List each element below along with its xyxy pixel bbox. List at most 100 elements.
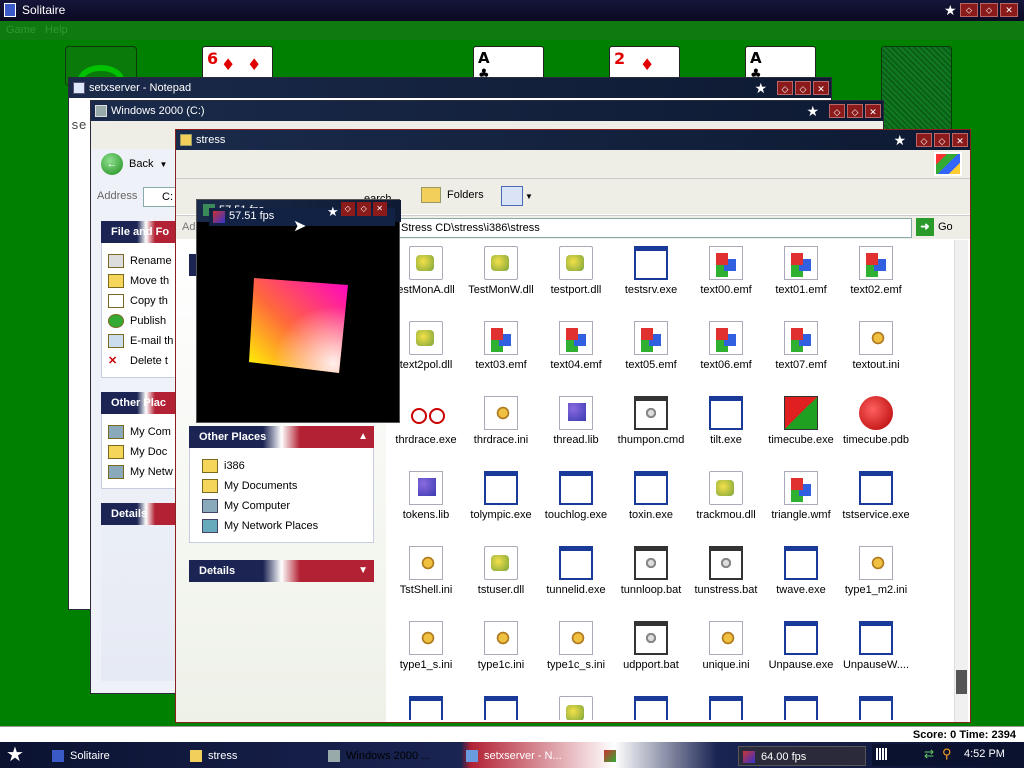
file-item[interactable]: TestMonW.dll — [462, 246, 540, 296]
minimize-button[interactable]: ⬦ — [960, 3, 978, 17]
file-item[interactable] — [687, 696, 765, 720]
file-item[interactable]: unique.ini — [687, 621, 765, 671]
file-item[interactable]: udpport.bat — [612, 621, 690, 671]
file-item[interactable] — [612, 696, 690, 720]
task-fps[interactable]: 64.00 fps — [738, 746, 866, 766]
file-item[interactable]: thread.lib — [537, 396, 615, 446]
file-item[interactable]: trackmou.dll — [687, 471, 765, 521]
file-item[interactable] — [462, 696, 540, 720]
explorer-c-title-bar[interactable]: Windows 2000 (C:) ★ ◇ ◇ ✕ — [91, 101, 883, 121]
close-button[interactable]: ✕ — [952, 133, 968, 147]
folders-button[interactable]: Folders — [421, 187, 484, 203]
file-name: testport.dll — [550, 284, 602, 296]
views-icon[interactable] — [501, 186, 523, 206]
file-item[interactable]: timecube.pdb — [837, 396, 915, 446]
details-header[interactable]: Details ▼ — [189, 560, 374, 582]
file-item[interactable]: textout.ini — [837, 321, 915, 371]
file-item[interactable]: toxin.exe — [612, 471, 690, 521]
task-notepad[interactable]: setxserver - N... — [462, 746, 590, 766]
file-item[interactable]: text02.emf — [837, 246, 915, 296]
file-item[interactable]: tolympic.exe — [462, 471, 540, 521]
notepad-title-bar[interactable]: setxserver - Notepad ★ ◇ ◇ ✕ — [69, 78, 831, 98]
minimize-button[interactable]: ◇ — [916, 133, 932, 147]
file-item[interactable]: UnpauseW.... — [837, 621, 915, 671]
place-my-network[interactable]: My Network Places — [202, 516, 373, 536]
chevron-up-icon[interactable]: ▲ — [358, 426, 368, 448]
file-item[interactable]: text01.emf — [762, 246, 840, 296]
file-item[interactable]: tstuser.dll — [462, 546, 540, 596]
file-item[interactable]: type1c_s.ini — [537, 621, 615, 671]
close-button[interactable]: ✕ — [372, 202, 387, 216]
chevron-down-icon[interactable]: ▼ — [358, 560, 368, 582]
file-item[interactable]: text06.emf — [687, 321, 765, 371]
place-i386[interactable]: i386 — [202, 456, 373, 476]
volume-icon[interactable] — [876, 748, 888, 760]
file-item[interactable]: timecube.exe — [762, 396, 840, 446]
dll-file-icon — [409, 246, 443, 280]
scrollbar-thumb[interactable] — [956, 670, 967, 694]
file-item[interactable]: tilt.exe — [687, 396, 765, 446]
vertical-scrollbar[interactable] — [954, 240, 968, 722]
maximize-button[interactable]: ⬦ — [980, 3, 998, 17]
file-item[interactable]: text07.emf — [762, 321, 840, 371]
file-item[interactable]: text05.emf — [612, 321, 690, 371]
file-item[interactable]: Unpause.exe — [762, 621, 840, 671]
start-star-icon[interactable]: ★ — [6, 744, 24, 766]
place-my-computer[interactable]: My Computer — [202, 496, 373, 516]
minimize-button[interactable]: ◇ — [340, 202, 355, 216]
solitaire-title-bar[interactable]: Solitaire ★ ⬦ ⬦ ✕ — [0, 0, 1024, 21]
notepad-text[interactable]: se — [71, 118, 87, 133]
file-item[interactable]: thrdrace.ini — [462, 396, 540, 446]
other-places-header[interactable]: Other Places ▲ — [189, 426, 374, 448]
file-item[interactable] — [762, 696, 840, 720]
back-button[interactable]: ← Back ▼ — [101, 153, 167, 175]
go-button[interactable]: ➜ Go — [916, 218, 953, 236]
maximize-button[interactable]: ◇ — [356, 202, 371, 216]
file-item[interactable]: type1_m2.ini — [837, 546, 915, 596]
task-solitaire[interactable]: Solitaire — [48, 746, 176, 766]
maximize-button[interactable]: ◇ — [795, 81, 811, 95]
file-item[interactable]: text00.emf — [687, 246, 765, 296]
network-icon[interactable]: ⇄ — [924, 747, 934, 761]
fps-window[interactable]: 57.51 fps 57.51 fps ★ ◇ ◇ ✕ ➤ — [196, 199, 401, 423]
file-item[interactable]: TstShell.ini — [387, 546, 465, 596]
file-item[interactable]: triangle.wmf — [762, 471, 840, 521]
close-button[interactable]: ✕ — [813, 81, 829, 95]
task-windows-2000[interactable]: Windows 2000 ... — [324, 746, 452, 766]
menu-game[interactable]: Game — [6, 24, 36, 36]
file-item[interactable]: twave.exe — [762, 546, 840, 596]
menu-help[interactable]: Help — [45, 24, 68, 36]
place-my-documents[interactable]: My Documents — [202, 476, 373, 496]
clock[interactable]: 4:52 PM — [964, 748, 1005, 760]
file-item[interactable]: text04.emf — [537, 321, 615, 371]
task-stress[interactable]: stress — [186, 746, 314, 766]
file-item[interactable] — [387, 696, 465, 720]
file-item[interactable]: touchlog.exe — [537, 471, 615, 521]
file-item[interactable]: tstservice.exe — [837, 471, 915, 521]
file-item[interactable] — [537, 696, 615, 720]
maximize-button[interactable]: ◇ — [847, 104, 863, 118]
file-item[interactable]: testsrv.exe — [612, 246, 690, 296]
maximize-button[interactable]: ◇ — [934, 133, 950, 147]
address-input[interactable]: Stress CD\stress\i386\stress — [398, 218, 912, 238]
minimize-button[interactable]: ◇ — [829, 104, 845, 118]
delete-x-icon: ✕ — [108, 355, 118, 367]
task-cube-app[interactable] — [600, 746, 728, 766]
file-item[interactable]: testport.dll — [537, 246, 615, 296]
file-item[interactable] — [837, 696, 915, 720]
file-item[interactable]: type1_s.ini — [387, 621, 465, 671]
file-item[interactable]: type1c.ini — [462, 621, 540, 671]
file-item[interactable]: text03.emf — [462, 321, 540, 371]
close-button[interactable]: ✕ — [865, 104, 881, 118]
chevron-down-icon[interactable]: ▼ — [525, 192, 533, 201]
file-item[interactable]: tunnloop.bat — [612, 546, 690, 596]
file-name: udpport.bat — [623, 659, 679, 671]
file-item[interactable]: thumpon.cmd — [612, 396, 690, 446]
file-item[interactable]: tunstress.bat — [687, 546, 765, 596]
magnifier-icon[interactable]: ⚲ — [942, 746, 952, 762]
file-item[interactable]: tokens.lib — [387, 471, 465, 521]
close-button[interactable]: ✕ — [1000, 3, 1018, 17]
stress-title-bar[interactable]: stress ★ ◇ ◇ ✕ — [176, 130, 970, 150]
minimize-button[interactable]: ◇ — [777, 81, 793, 95]
file-item[interactable]: tunnelid.exe — [537, 546, 615, 596]
